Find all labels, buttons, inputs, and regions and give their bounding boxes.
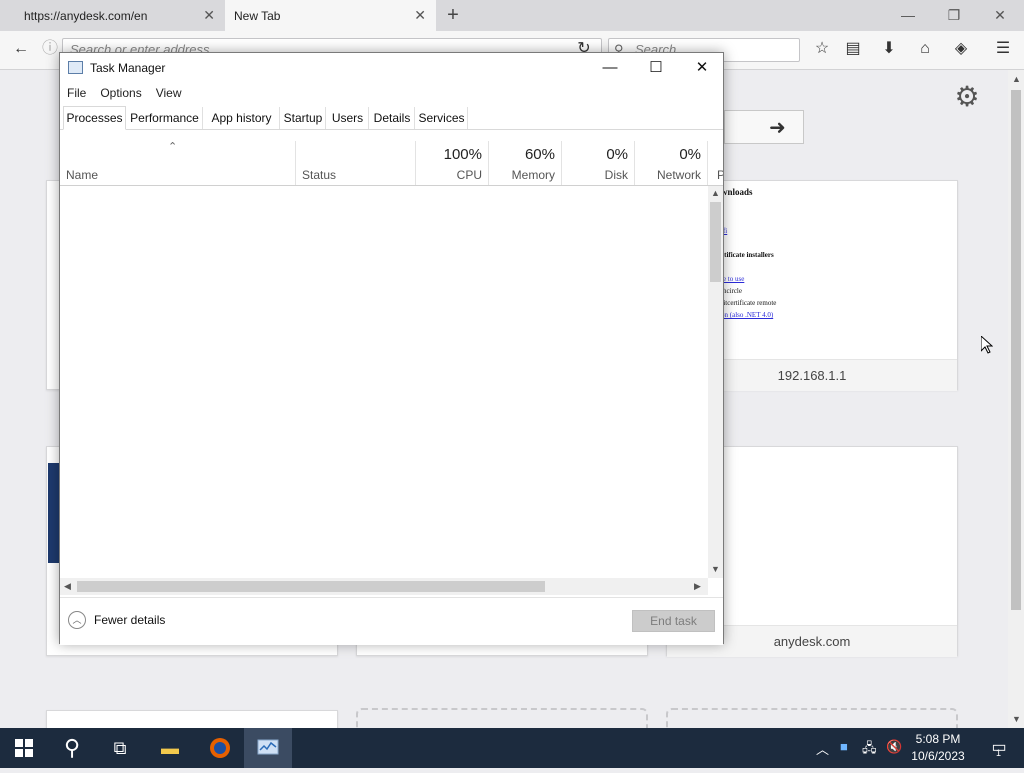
fewer-details-link[interactable]: Fewer details <box>94 613 165 627</box>
close-tab-icon[interactable]: ✕ <box>203 7 215 24</box>
thumb-heading: wnloads <box>721 187 753 197</box>
mouse-cursor-icon <box>981 336 993 354</box>
home-icon[interactable]: ⌂ <box>913 39 937 59</box>
reading-list-icon[interactable]: ▤ <box>841 39 865 59</box>
page-scrollbar[interactable]: ▲ ▼ <box>1008 70 1024 728</box>
column-label: Status <box>302 168 337 182</box>
column-label: Network <box>656 168 701 182</box>
column-percent: 0% <box>606 146 628 163</box>
column-label: Disk <box>604 168 628 182</box>
clock-time[interactable]: 5:08 PM <box>908 732 968 746</box>
scroll-down-icon[interactable]: ▼ <box>1012 714 1021 724</box>
end-task-button[interactable]: End task <box>632 610 715 632</box>
menu-hamburger-icon[interactable]: ☰ <box>991 39 1015 59</box>
notification-count-badge: 1 <box>996 748 1002 758</box>
windows-taskbar: ⚲ ⧉ ▬ ︿ ■ 🖧 🔇 5:08 PM 10/6/2023 ▭ 1 <box>0 728 1024 768</box>
show-hidden-icons-chevron-icon[interactable]: ︿ <box>816 739 829 758</box>
tab-title: New Tab <box>234 8 281 23</box>
new-tab-plus-icon[interactable]: + <box>443 4 463 26</box>
close-window-icon[interactable]: ✕ <box>980 2 1020 28</box>
file-explorer-icon[interactable]: ▬ <box>146 728 194 768</box>
scrollbar-thumb[interactable] <box>1011 90 1021 610</box>
tab-new-tab[interactable]: New Tab ✕ <box>225 0 436 31</box>
tab-services[interactable]: Services <box>416 107 468 129</box>
task-manager-title-bar[interactable]: Task Manager — ☐ ✕ <box>60 53 723 83</box>
tab-performance[interactable]: Performance <box>127 107 203 129</box>
restore-icon[interactable]: ❐ <box>934 2 974 28</box>
bookmark-star-icon[interactable]: ☆ <box>810 39 834 59</box>
thumb-link: on (also .NET 4.0) <box>721 311 774 319</box>
menu-view[interactable]: View <box>156 83 182 105</box>
scroll-up-icon[interactable]: ▲ <box>711 188 720 198</box>
tab-details[interactable]: Details <box>370 107 415 129</box>
task-manager-icon <box>68 61 83 74</box>
column-name[interactable]: ⌃ Name <box>60 141 295 185</box>
column-label: Name <box>66 168 99 182</box>
scrollbar-thumb[interactable] <box>77 581 545 592</box>
network-icon[interactable]: 🖧 <box>862 739 877 761</box>
back-icon[interactable]: ← <box>9 39 33 59</box>
scrollbar-thumb[interactable] <box>710 202 721 282</box>
volume-muted-icon[interactable]: 🔇 <box>886 739 902 755</box>
start-windows-icon[interactable] <box>0 728 48 768</box>
column-label: Memory <box>511 168 555 182</box>
column-percent: 60% <box>524 146 555 163</box>
task-manager-tabs: Processes Performance App history Startu… <box>60 106 723 130</box>
column-label: CPU <box>456 168 482 182</box>
pocket-icon[interactable]: ◈ <box>949 39 973 59</box>
task-view-icon[interactable]: ⧉ <box>96 728 144 768</box>
thumb-text: thcircle <box>721 287 742 295</box>
process-list-header: ⌃ Name Status 100% CPU 60% Memory 0% Dis… <box>60 141 723 186</box>
sort-caret-icon: ⌃ <box>168 141 178 153</box>
menu-bar: File Options View <box>60 83 723 105</box>
scroll-down-icon[interactable]: ▼ <box>711 564 720 574</box>
minimize-icon[interactable]: — <box>888 2 928 28</box>
thumb-text: ritcertificate remote <box>721 299 777 307</box>
clock-date[interactable]: 10/6/2023 <box>908 749 968 763</box>
firefox-icon[interactable] <box>196 728 244 768</box>
process-list-vertical-scrollbar[interactable]: ▲ ▼ <box>708 186 723 578</box>
column-disk[interactable]: 0% Disk <box>561 141 634 185</box>
maximize-icon[interactable]: ☐ <box>633 53 679 83</box>
tab-users[interactable]: Users <box>327 107 369 129</box>
process-list-horizontal-scrollbar[interactable]: ◀ ▶ <box>60 578 708 595</box>
tab-processes[interactable]: Processes <box>63 106 126 130</box>
chevron-up-circle-icon[interactable]: ︿ <box>68 611 86 629</box>
scroll-up-icon[interactable]: ▲ <box>1012 74 1021 84</box>
close-tab-icon[interactable]: ✕ <box>414 7 426 24</box>
search-icon[interactable]: ⚲ <box>48 728 96 768</box>
scroll-left-icon[interactable]: ◀ <box>64 581 71 592</box>
thumb-link: le to use <box>721 275 745 283</box>
tab-title: https://anydesk.com/en <box>24 8 148 23</box>
scroll-right-icon[interactable]: ▶ <box>694 581 701 592</box>
arrow-right-icon: ➜ <box>769 117 786 139</box>
column-network[interactable]: 0% Network <box>634 141 707 185</box>
column-label: P <box>717 168 723 182</box>
process-list <box>60 186 708 578</box>
tray-app-icon[interactable]: ■ <box>840 739 848 754</box>
search-go-button[interactable]: ➜ <box>724 110 804 144</box>
tab-app-history[interactable]: App history <box>204 107 280 129</box>
column-percent: 100% <box>443 146 482 163</box>
column-memory[interactable]: 60% Memory <box>488 141 561 185</box>
column-power[interactable]: P <box>707 141 723 185</box>
close-window-icon[interactable]: ✕ <box>679 53 725 83</box>
tab-anydesk[interactable]: https://anydesk.com/en ✕ <box>0 0 225 31</box>
settings-gear-icon[interactable]: ⚙ <box>952 82 982 112</box>
minimize-icon[interactable]: — <box>587 53 633 83</box>
tab-startup[interactable]: Startup <box>281 107 326 129</box>
column-cpu[interactable]: 100% CPU <box>415 141 488 185</box>
task-manager-window: Task Manager — ☐ ✕ File Options View Pro… <box>59 52 724 645</box>
task-manager-footer: ︿ Fewer details End task <box>60 597 723 645</box>
menu-file[interactable]: File <box>67 83 86 105</box>
window-title: Task Manager <box>90 61 166 75</box>
menu-options[interactable]: Options <box>100 83 141 105</box>
download-icon[interactable]: ⬇ <box>877 39 901 59</box>
column-status[interactable]: Status <box>295 141 415 185</box>
task-manager-taskbar-icon[interactable] <box>244 728 292 768</box>
column-percent: 0% <box>679 146 701 163</box>
thumb-heading: rtificate installers <box>721 251 774 259</box>
